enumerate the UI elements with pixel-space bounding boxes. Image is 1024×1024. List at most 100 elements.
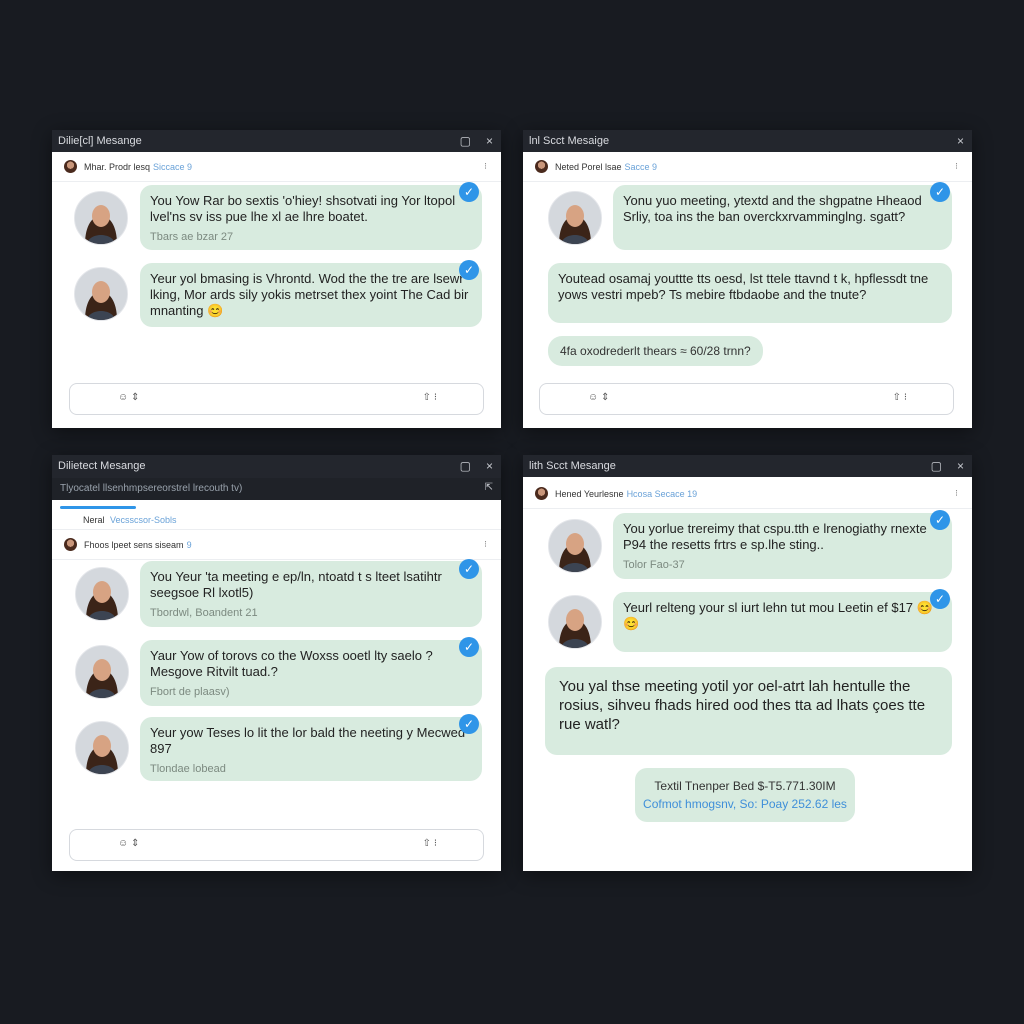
message-timestamp: Tbars ae bzar 27 — [150, 231, 234, 243]
message-bubble[interactable]: You Yow Rar bo sextis 'o'hiey! shsotvati… — [140, 185, 482, 250]
message-timestamp: Tbordwl, Boandent 21 — [150, 607, 258, 619]
sub-header-name: Neral — [83, 515, 105, 525]
message-text: Yeurl relteng your sl iurt lehn tut mou … — [623, 600, 933, 631]
emoji-icon[interactable]: ☺ ⇕ — [588, 392, 609, 403]
read-check-icon: ✓ — [459, 637, 479, 657]
more-options-icon[interactable]: ⁝ — [955, 488, 958, 499]
attach-icon[interactable]: ⇧ ⁝ — [893, 392, 907, 403]
message-text: You Yeur 'ta meeting e ep/ln, ntoatd t s… — [150, 569, 442, 600]
sub-header-status: Vecsscsor-Sobls — [110, 515, 177, 525]
progress-bar — [60, 506, 136, 509]
window-titlebar: lith Scct Mesange ▢ × — [523, 455, 972, 477]
contact-name: Mhar. Prodr lesq — [84, 162, 151, 172]
info-pill-line1: Textil Tnenper Bed $-T5.771.30IM — [654, 779, 836, 793]
close-icon[interactable]: × — [957, 458, 964, 474]
message-bubble[interactable]: Yaur Yow of torovs co the Woxss ooetl lt… — [140, 640, 482, 706]
avatar — [74, 191, 128, 245]
read-check-icon: ✓ — [930, 182, 950, 202]
close-icon[interactable]: × — [957, 133, 964, 149]
avatar — [548, 595, 602, 649]
maximize-icon[interactable]: ▢ — [931, 458, 942, 474]
conversation-header: Mhar. Prodr lesq Siccace 9 ⁝ — [52, 153, 501, 182]
conversation-header: Hened Yeurlesne Hcosa Secace 19 ⁝ — [523, 480, 972, 509]
avatar — [75, 645, 129, 699]
window-subtitle-bar: Tlyocatel llsenhmpsereorstrel lrecouth t… — [52, 478, 501, 500]
maximize-icon[interactable]: ▢ — [460, 458, 471, 474]
contact-status: Siccace 9 — [153, 162, 193, 172]
conversation-header: Neted Porel lsae Sacce 9 ⁝ — [523, 153, 972, 182]
message-input[interactable]: ☺ ⇕ ⇧ ⁝ — [539, 383, 954, 415]
avatar — [75, 567, 129, 621]
message-input[interactable]: ☺ ⇕ ⇧ ⁝ — [69, 383, 484, 415]
message-timestamp: Tlondae lobead — [150, 763, 226, 775]
contact-name: Fhoos lpeet sens siseam — [84, 540, 184, 550]
avatar — [548, 519, 602, 573]
emoji-icon[interactable]: ☺ ⇕ — [118, 392, 139, 403]
message-bubble[interactable]: Yeurl relteng your sl iurt lehn tut mou … — [613, 592, 952, 652]
more-options-icon[interactable]: ⁝ — [484, 539, 487, 550]
message-text: Yeur yow Teses lo lit the lor bald the n… — [150, 725, 466, 756]
chat-window-1: Dilie[cl] Mesange ▢ × Mhar. Prodr lesq Si… — [52, 130, 501, 428]
message-bubble[interactable]: Youtead osamaj youttte tts oesd, lst tte… — [548, 263, 952, 323]
message-timestamp: Tolor Fao-37 — [623, 559, 685, 571]
read-check-icon: ✓ — [459, 182, 479, 202]
contact-avatar-small — [64, 160, 77, 173]
expand-icon[interactable]: ⇱ — [485, 482, 493, 493]
read-check-icon: ✓ — [459, 714, 479, 734]
message-input[interactable]: ☺ ⇕ ⇧ ⁝ — [69, 829, 484, 861]
avatar — [548, 191, 602, 245]
sub-header: Neral Vecsscsor-Sobls — [52, 511, 501, 530]
message-text: Yeur yol bmasing is Vhrontd. Wod the the… — [150, 271, 469, 318]
read-check-icon: ✓ — [459, 559, 479, 579]
read-check-icon: ✓ — [459, 260, 479, 280]
avatar — [74, 267, 128, 321]
message-text: Yonu yuo meeting, ytextd and the shgpatn… — [623, 193, 922, 224]
read-check-icon: ✓ — [930, 589, 950, 609]
window-titlebar: lnl Scct Mesaige × — [523, 130, 972, 152]
info-pill: Textil Tnenper Bed $-T5.771.30IM Cofmot … — [635, 768, 855, 822]
close-icon[interactable]: × — [486, 133, 493, 149]
message-bubble[interactable]: You Yeur 'ta meeting e ep/ln, ntoatd t s… — [140, 561, 482, 627]
contact-name: Hened Yeurlesne — [555, 489, 624, 499]
conversation-header: Fhoos lpeet sens siseam 9 ⁝ — [52, 531, 501, 560]
avatar — [75, 721, 129, 775]
window-titlebar: Dilietect Mesange ▢ × — [52, 455, 501, 478]
message-text: You Yow Rar bo sextis 'o'hiey! shsotvati… — [150, 193, 456, 224]
contact-status: Sacce 9 — [624, 162, 658, 172]
message-timestamp: Fbort de plaasv) — [150, 686, 230, 698]
more-options-icon[interactable]: ⁝ — [955, 161, 958, 172]
contact-avatar-small — [64, 538, 77, 551]
contact-avatar-small — [535, 160, 548, 173]
contact-status: 9 — [186, 540, 192, 550]
window-title: lnl Scct Mesaige — [529, 135, 610, 147]
info-pill-line2[interactable]: Cofmot hmogsnv, So: Poay 252.62 les — [635, 795, 855, 813]
more-options-icon[interactable]: ⁝ — [484, 161, 487, 172]
contact-avatar-small — [535, 487, 548, 500]
maximize-icon[interactable]: ▢ — [460, 133, 471, 149]
message-text: Youtead osamaj youttte tts oesd, lst tte… — [558, 271, 929, 302]
message-bubble[interactable]: You yorlue trereimy that cspu.tth e lren… — [613, 513, 952, 579]
chat-window-2: lnl Scct Mesaige × Neted Porel lsae Sacce… — [523, 130, 972, 428]
message-text: Yaur Yow of torovs co the Woxss ooetl lt… — [150, 648, 433, 679]
attach-icon[interactable]: ⇧ ⁝ — [423, 838, 437, 849]
close-icon[interactable]: × — [486, 458, 493, 474]
attach-icon[interactable]: ⇧ ⁝ — [423, 392, 437, 403]
window-titlebar: Dilie[cl] Mesange ▢ × — [52, 130, 501, 152]
chat-window-3: Dilietect Mesange ▢ × Tlyocatel llsenhmp… — [52, 455, 501, 871]
read-check-icon: ✓ — [930, 510, 950, 530]
window-title: Dilie[cl] Mesange — [58, 135, 142, 147]
message-text: You yal thse meeting yotil yor oel-atrt … — [559, 678, 926, 733]
message-bubble[interactable]: Yonu yuo meeting, ytextd and the shgpatn… — [613, 185, 952, 250]
chat-window-4: lith Scct Mesange ▢ × Hened Yeurlesne Hco… — [523, 455, 972, 871]
emoji-icon[interactable]: ☺ ⇕ — [118, 838, 139, 849]
message-text: You yorlue trereimy that cspu.tth e lren… — [623, 521, 927, 552]
status-pill: 4fa oxodrederlt thears ≈ 60/28 trnn? — [548, 336, 763, 366]
contact-name: Neted Porel lsae — [555, 162, 622, 172]
message-bubble[interactable]: Yeur yow Teses lo lit the lor bald the n… — [140, 717, 482, 781]
message-bubble-large[interactable]: You yal thse meeting yotil yor oel-atrt … — [545, 667, 952, 755]
contact-status: Hcosa Secace 19 — [626, 489, 698, 499]
window-title: Dilietect Mesange — [58, 460, 146, 472]
window-subtitle: Tlyocatel llsenhmpsereorstrel lrecouth t… — [60, 483, 243, 494]
message-bubble[interactable]: Yeur yol bmasing is Vhrontd. Wod the the… — [140, 263, 482, 327]
window-title: lith Scct Mesange — [529, 460, 616, 472]
